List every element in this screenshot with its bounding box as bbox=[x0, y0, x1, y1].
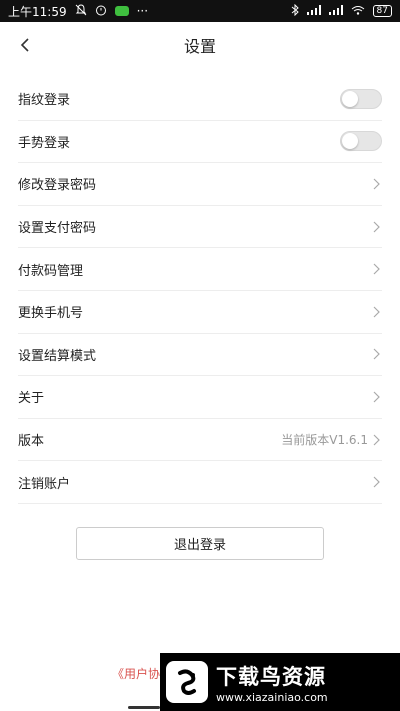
chevron-right-icon bbox=[370, 390, 382, 404]
setting-label: 手势登录 bbox=[18, 135, 71, 151]
toggle-knob bbox=[342, 133, 358, 150]
setting-set-payment-password[interactable]: 设置支付密码 bbox=[18, 206, 382, 249]
setting-label: 修改登录密码 bbox=[18, 178, 97, 194]
signal-icon-1 bbox=[306, 4, 321, 18]
setting-change-login-password[interactable]: 修改登录密码 bbox=[18, 163, 382, 206]
bluetooth-icon bbox=[291, 3, 299, 19]
nav-bar: 设置 bbox=[0, 22, 400, 68]
logout-button[interactable]: 退出登录 bbox=[76, 527, 324, 560]
chevron-right-icon bbox=[370, 433, 382, 447]
setting-version[interactable]: 版本 当前版本V1.6.1 bbox=[18, 419, 382, 462]
setting-control bbox=[370, 177, 382, 191]
status-right: 87 bbox=[291, 3, 392, 19]
toggle-knob bbox=[342, 90, 358, 107]
setting-change-phone[interactable]: 更换手机号 bbox=[18, 291, 382, 334]
setting-delete-account[interactable]: 注销账户 bbox=[18, 461, 382, 504]
page-title: 设置 bbox=[183, 37, 216, 56]
watermark-logo-icon bbox=[166, 661, 208, 703]
setting-payment-code[interactable]: 付款码管理 bbox=[18, 248, 382, 291]
setting-control bbox=[340, 88, 382, 109]
setting-control bbox=[370, 305, 382, 319]
setting-control bbox=[370, 262, 382, 276]
setting-settlement-mode[interactable]: 设置结算模式 bbox=[18, 334, 382, 377]
chevron-right-icon bbox=[370, 262, 382, 276]
mute-icon bbox=[75, 3, 87, 19]
user-agreement-link[interactable]: 《用户协 bbox=[112, 665, 160, 682]
setting-label: 付款码管理 bbox=[18, 263, 84, 279]
setting-control bbox=[340, 131, 382, 152]
setting-label: 注销账户 bbox=[18, 476, 71, 492]
settings-list: 指纹登录 手势登录 修改登录密码 设置支付密码 付款码管理 更换手机号 设置结算… bbox=[18, 78, 382, 504]
chevron-left-icon bbox=[20, 38, 29, 52]
setting-fingerprint-login: 指纹登录 bbox=[18, 78, 382, 121]
battery-icon: 87 bbox=[372, 5, 392, 17]
setting-control bbox=[370, 390, 382, 404]
setting-gesture-login: 手势登录 bbox=[18, 121, 382, 164]
setting-label: 关于 bbox=[18, 391, 45, 407]
setting-label: 设置支付密码 bbox=[18, 221, 97, 237]
status-bar: 上午11:59 ··· 87 bbox=[0, 0, 400, 22]
more-dots-icon: ··· bbox=[136, 4, 149, 18]
setting-label: 指纹登录 bbox=[18, 93, 71, 109]
setting-label: 设置结算模式 bbox=[18, 348, 97, 364]
alarm-icon bbox=[95, 4, 107, 19]
watermark-banner: 下载鸟资源 www.xiazainiao.com bbox=[160, 653, 400, 711]
chevron-right-icon bbox=[370, 347, 382, 361]
chevron-right-icon bbox=[370, 177, 382, 191]
setting-control: 当前版本V1.6.1 bbox=[281, 431, 382, 448]
fingerprint-login-toggle[interactable] bbox=[340, 88, 382, 109]
signal-icon-2 bbox=[328, 4, 343, 18]
chevron-right-icon bbox=[370, 220, 382, 234]
setting-control bbox=[370, 347, 382, 361]
setting-label: 更换手机号 bbox=[18, 306, 84, 322]
watermark-text: 下载鸟资源 www.xiazainiao.com bbox=[216, 661, 328, 704]
gesture-login-toggle[interactable] bbox=[340, 131, 382, 152]
status-left: 上午11:59 ··· bbox=[8, 3, 148, 20]
setting-control bbox=[370, 220, 382, 234]
back-button[interactable] bbox=[10, 28, 40, 62]
setting-about[interactable]: 关于 bbox=[18, 376, 382, 419]
version-value: 当前版本V1.6.1 bbox=[281, 433, 368, 448]
setting-label: 版本 bbox=[18, 434, 45, 450]
wifi-icon bbox=[351, 5, 365, 18]
watermark-title: 下载鸟资源 bbox=[216, 664, 326, 689]
status-time: 上午11:59 bbox=[8, 4, 67, 19]
watermark-url: www.xiazainiao.com bbox=[216, 690, 328, 704]
wechat-icon bbox=[114, 6, 129, 16]
setting-control bbox=[370, 475, 382, 489]
chevron-right-icon bbox=[370, 475, 382, 489]
chevron-right-icon bbox=[370, 305, 382, 319]
home-indicator bbox=[128, 706, 160, 709]
